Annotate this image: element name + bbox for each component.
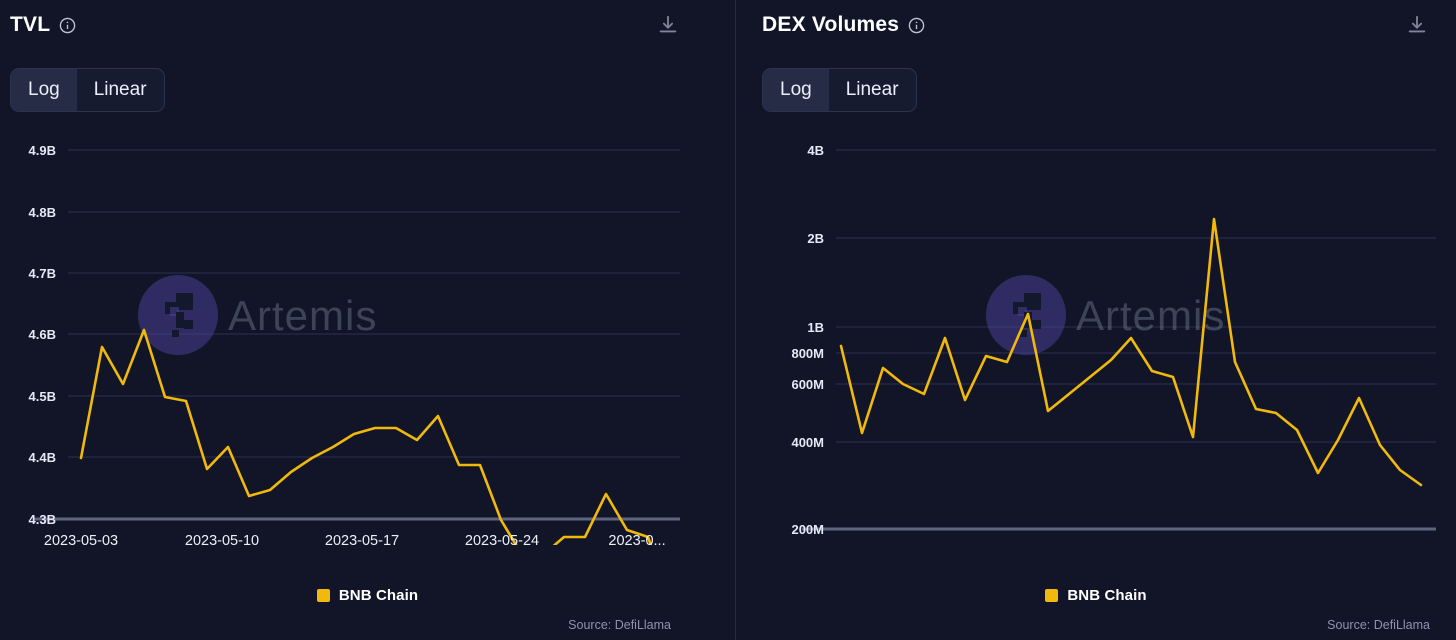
x-tick-label: 2023-0... (1362, 543, 1419, 545)
legend-dex-volumes: BNB Chain (736, 587, 1456, 604)
legend-label-bnb-chain: BNB Chain (338, 587, 419, 604)
x-tick-label: 2023-05-17 (1080, 543, 1154, 545)
y-tick-label: 200M (791, 522, 824, 537)
panel-header-tvl: TVL (0, 0, 735, 56)
title-row-tvl: TVL (10, 12, 76, 38)
title-row-dex-volumes: DEX Volumes (762, 12, 925, 38)
artemis-watermark-dex-volumes: Artemis (986, 275, 1224, 355)
source-label-dex-volumes: Source: DefiLlama (1327, 618, 1430, 632)
panel-tvl: TVL Log Linear 4.9B 4.8B 4.7B 4.6B 4.5B … (0, 0, 736, 640)
chart-svg-tvl: 4.9B 4.8B 4.7B 4.6B 4.5B 4.4B 4.3B Artem… (29, 143, 680, 545)
x-tick-label: 2023-05-03 (804, 543, 878, 545)
y-tick-label: 4.8B (29, 205, 56, 220)
artemis-watermark-tvl: Artemis (138, 275, 377, 355)
x-tick-label: 2023-05-10 (185, 533, 259, 545)
y-tick-label: 2B (807, 231, 824, 246)
y-tick-label: 400M (791, 435, 824, 450)
y-tick-label: 600M (791, 377, 824, 392)
page-title: TVL (10, 13, 51, 36)
info-circle-icon[interactable] (908, 17, 925, 34)
chart-plot-tvl[interactable]: 4.9B 4.8B 4.7B 4.6B 4.5B 4.4B 4.3B Artem… (0, 130, 735, 545)
y-tick-label: 800M (791, 346, 824, 361)
series-line-bnb-chain-tvl (79, 328, 653, 545)
y-tick-label: 4.6B (29, 327, 56, 342)
y-tick-label: 4B (807, 143, 824, 158)
scale-toggle-linear-dex-volumes[interactable]: Linear (829, 69, 916, 111)
panel-dex-volumes: DEX Volumes Log Linear 4B 2B 1B 800M 600… (736, 0, 1456, 640)
y-tick-label: 4.4B (29, 450, 56, 465)
y-tick-label: 4.3B (29, 512, 56, 527)
legend-swatch-bnb-chain (1045, 589, 1059, 602)
x-axis-labels-tvl: 2023-05-03 2023-05-10 2023-05-17 2023-05… (44, 533, 666, 545)
watermark-text: Artemis (228, 292, 377, 339)
chart-svg-dex-volumes: 4B 2B 1B 800M 600M 400M 200M Artemis (791, 143, 1436, 545)
scale-toggle-log-dex-volumes[interactable]: Log (763, 69, 829, 111)
x-tick-label: 2023-05-24 (465, 533, 539, 545)
panel-header-dex-volumes: DEX Volumes (736, 0, 1456, 56)
x-tick-label: 2023-05-03 (44, 533, 118, 545)
scale-toggle-linear-tvl[interactable]: Linear (77, 69, 164, 111)
source-label-tvl: Source: DefiLlama (568, 618, 671, 632)
y-axis-labels-tvl: 4.9B 4.8B 4.7B 4.6B 4.5B 4.4B 4.3B (29, 143, 56, 527)
page-title: DEX Volumes (762, 13, 900, 36)
download-icon[interactable] (657, 14, 679, 36)
scale-toggle-tvl[interactable]: Log Linear (10, 68, 165, 112)
y-tick-label: 4.5B (29, 389, 56, 404)
series-line-bnb-chain-dex-volumes (839, 217, 1423, 487)
download-icon[interactable] (1406, 14, 1428, 36)
x-tick-label: 2023-05-10 (942, 543, 1016, 545)
chart-plot-dex-volumes[interactable]: 4B 2B 1B 800M 600M 400M 200M Artemis (736, 130, 1456, 545)
info-circle-icon[interactable] (59, 17, 76, 34)
y-axis-labels-dex-volumes: 4B 2B 1B 800M 600M 400M 200M (791, 143, 824, 537)
y-tick-label: 4.9B (29, 143, 56, 158)
x-axis-labels-dex-volumes: 2023-05-03 2023-05-10 2023-05-17 2023-05… (804, 543, 1420, 545)
scale-toggle-log-tvl[interactable]: Log (11, 69, 77, 111)
x-tick-label: 2023-05-17 (325, 533, 399, 545)
y-tick-label: 1B (807, 320, 824, 335)
legend-swatch-bnb-chain (316, 589, 330, 602)
y-tick-label: 4.7B (29, 266, 56, 281)
x-tick-label: 2023-0... (608, 533, 665, 545)
dashboard: TVL Log Linear 4.9B 4.8B 4.7B 4.6B 4.5B … (0, 0, 1456, 640)
x-tick-label: 2023-05-24 (1218, 543, 1292, 545)
scale-toggle-dex-volumes[interactable]: Log Linear (762, 68, 917, 112)
legend-label-bnb-chain: BNB Chain (1067, 587, 1147, 604)
legend-tvl: BNB Chain (0, 587, 735, 604)
